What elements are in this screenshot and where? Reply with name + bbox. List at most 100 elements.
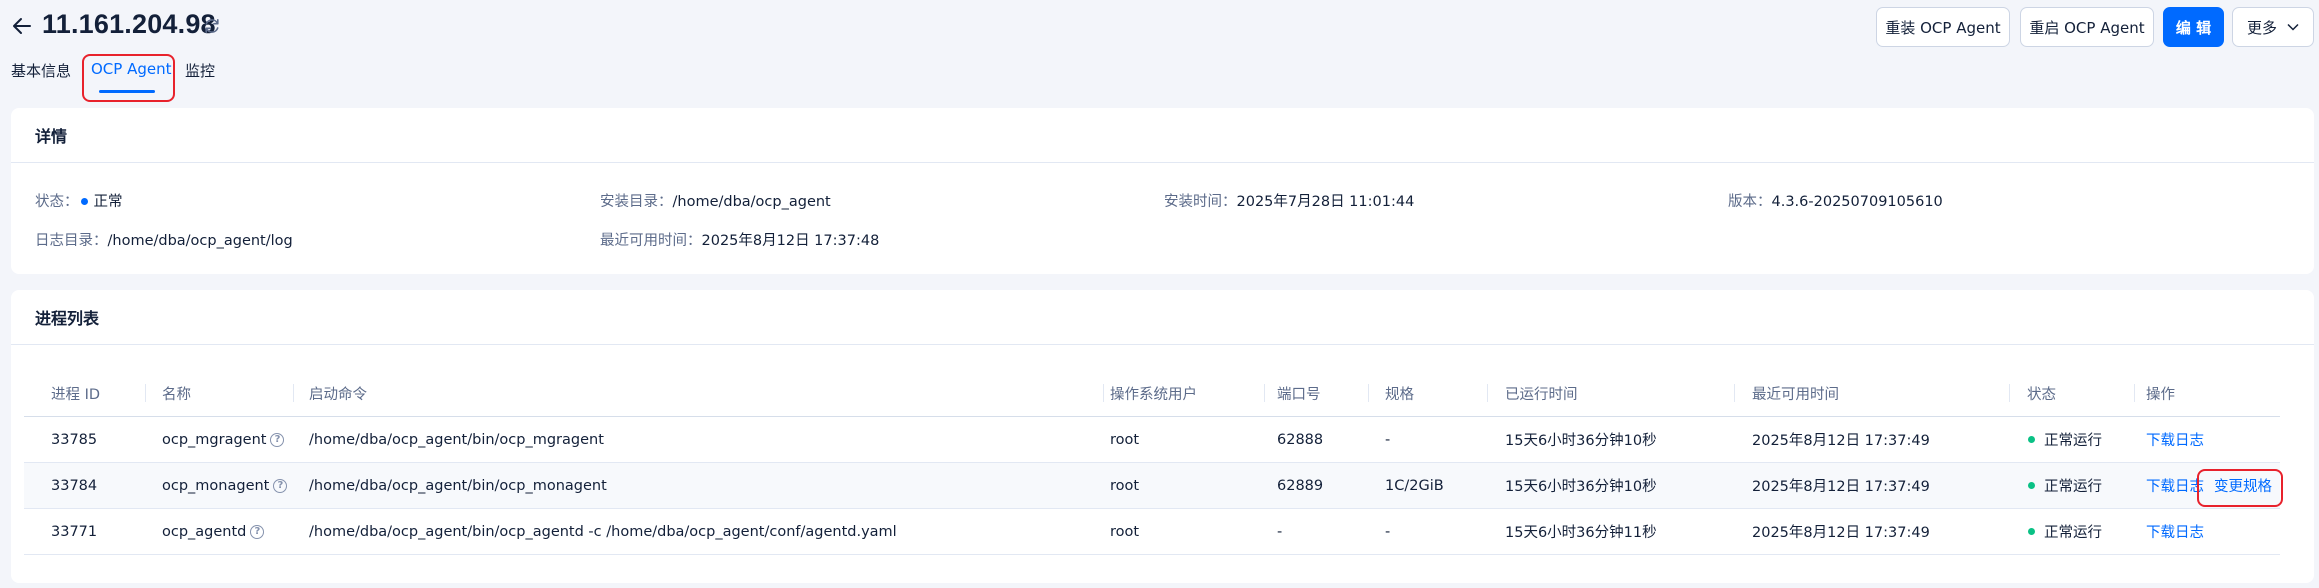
restart-ocp-agent-button[interactable]: 重启 OCP Agent: [2020, 7, 2154, 47]
cell-os-user: root: [1110, 523, 1140, 540]
cell-spec: 1C/2GiB: [1385, 477, 1444, 494]
version-value: 4.3.6-20250709105610: [1771, 194, 1943, 210]
cell-spec: -: [1385, 431, 1391, 448]
edit-button[interactable]: 编 辑: [2163, 7, 2224, 47]
install-dir-field: 安装目录：/home/dba/ocp_agent: [600, 190, 831, 211]
col-header-os-user: 操作系统用户: [1110, 386, 1197, 403]
more-label: 更多: [2246, 18, 2277, 37]
log-dir-value: /home/dba/ocp_agent/log: [107, 233, 293, 249]
page-title: 11.161.204.98: [42, 9, 216, 39]
table-row: 33771 ocp_agentd? /home/dba/ocp_agent/bi…: [24, 509, 2280, 555]
install-time-label: 安装时间：: [1164, 194, 1237, 210]
cell-pid: 33785: [51, 431, 98, 448]
status-dot-icon: [2028, 528, 2035, 535]
table-row: 33785 ocp_mgragent? /home/dba/ocp_agent/…: [24, 417, 2280, 463]
reinstall-ocp-agent-button[interactable]: 重装 OCP Agent: [1876, 7, 2010, 47]
last-available-label: 最近可用时间：: [600, 233, 702, 249]
col-header-last-available: 最近可用时间: [1752, 386, 1839, 403]
status-label: 状态：: [35, 194, 79, 210]
cell-name: ocp_monagent?: [162, 463, 288, 508]
install-dir-label: 安装目录：: [600, 194, 673, 210]
table-header-row: 进程 ID 名称 启动命令 操作系统用户 端口号 规格 已运行时间 最近可用时间…: [24, 370, 2280, 417]
column-divider: [145, 384, 146, 402]
col-header-port: 端口号: [1277, 386, 1321, 403]
col-header-spec: 规格: [1385, 386, 1414, 403]
install-time-field: 安装时间：2025年7月28日 11:01:44: [1164, 190, 1414, 211]
status-dot-icon: [2028, 482, 2035, 489]
cell-status: 正常运行: [2028, 463, 2102, 508]
column-divider: [2009, 384, 2010, 402]
status-field: 状态： 正常: [35, 190, 123, 211]
cell-actions: 下载日志: [2146, 417, 2204, 462]
download-log-link[interactable]: 下载日志: [2146, 475, 2204, 496]
column-divider: [293, 384, 294, 402]
column-divider: [1734, 384, 1735, 402]
details-card: 详情 状态： 正常 安装目录：/home/dba/ocp_agent 安装时间：2…: [11, 108, 2314, 274]
column-divider: [1368, 384, 1369, 402]
cell-command: /home/dba/ocp_agent/bin/ocp_agentd -c /h…: [309, 523, 897, 540]
column-divider: [1264, 384, 1265, 402]
tab-monitoring[interactable]: 监控: [185, 60, 215, 81]
column-divider: [2134, 384, 2135, 402]
install-dir-value: /home/dba/ocp_agent: [672, 194, 831, 210]
column-divider: [1487, 384, 1488, 402]
status-value: 正常: [93, 194, 123, 210]
version-label: 版本：: [1728, 194, 1772, 210]
status-text: 正常运行: [2044, 525, 2102, 541]
tab-basic-info[interactable]: 基本信息: [11, 60, 71, 81]
page-header: 11.161.204.98 重装 OCP Agent 重启 OCP Agent …: [0, 0, 2319, 110]
col-header-uptime: 已运行时间: [1505, 386, 1578, 403]
cell-last-available: 2025年8月12日 17:37:49: [1752, 433, 1930, 449]
change-spec-highlight-box: [2197, 469, 2283, 507]
help-icon[interactable]: ?: [270, 432, 285, 447]
log-dir-label: 日志目录：: [35, 233, 108, 249]
cell-uptime: 15天6小时36分钟10秒: [1505, 433, 1657, 449]
version-field: 版本：4.3.6-20250709105610: [1728, 190, 1943, 211]
cell-name: ocp_agentd?: [162, 509, 265, 554]
cell-pid: 33784: [51, 477, 98, 494]
tab-highlight-box: [82, 54, 175, 102]
last-available-field: 最近可用时间：2025年8月12日 17:37:48: [600, 229, 879, 250]
last-available-value: 2025年8月12日 17:37:48: [701, 233, 880, 249]
cell-command: /home/dba/ocp_agent/bin/ocp_monagent: [309, 477, 607, 494]
process-name: ocp_monagent: [162, 477, 270, 494]
cell-os-user: root: [1110, 431, 1140, 448]
cell-last-available: 2025年8月12日 17:37:49: [1752, 525, 1930, 541]
download-log-link[interactable]: 下载日志: [2146, 429, 2204, 450]
process-name: ocp_mgragent: [162, 431, 267, 448]
refresh-icon[interactable]: [202, 16, 222, 36]
chevron-down-icon: [2287, 20, 2299, 34]
cell-port: 62888: [1277, 431, 1324, 448]
cell-status: 正常运行: [2028, 509, 2102, 554]
cell-pid: 33771: [51, 523, 98, 540]
col-header-command: 启动命令: [309, 386, 367, 403]
cell-status: 正常运行: [2028, 417, 2102, 462]
col-header-status: 状态: [2027, 386, 2056, 403]
help-icon[interactable]: ?: [250, 524, 265, 539]
process-table: 进程 ID 名称 启动命令 操作系统用户 端口号 规格 已运行时间 最近可用时间…: [24, 370, 2280, 555]
cell-port: 62889: [1277, 477, 1324, 494]
status-dot-icon: [2028, 436, 2035, 443]
status-text: 正常运行: [2044, 479, 2102, 495]
cell-uptime: 15天6小时36分钟10秒: [1505, 479, 1657, 495]
download-log-link[interactable]: 下载日志: [2146, 521, 2204, 542]
log-dir-field: 日志目录：/home/dba/ocp_agent/log: [35, 229, 293, 250]
status-dot-icon: [80, 197, 88, 205]
cell-os-user: root: [1110, 477, 1140, 494]
help-icon[interactable]: ?: [273, 478, 288, 493]
cell-port: -: [1277, 523, 1283, 540]
details-title: 详情: [11, 108, 2314, 163]
cell-actions: 下载日志: [2146, 509, 2204, 554]
cell-spec: -: [1385, 523, 1391, 540]
cell-uptime: 15天6小时36分钟11秒: [1505, 525, 1657, 541]
process-list-title: 进程列表: [11, 290, 2314, 345]
install-time-value: 2025年7月28日 11:01:44: [1236, 194, 1415, 210]
col-header-name: 名称: [162, 386, 191, 403]
column-divider: [1103, 384, 1104, 402]
col-header-pid: 进程 ID: [51, 386, 101, 403]
process-name: ocp_agentd: [162, 523, 247, 540]
more-dropdown-button[interactable]: 更多: [2232, 7, 2314, 47]
cell-last-available: 2025年8月12日 17:37:49: [1752, 479, 1930, 495]
status-text: 正常运行: [2044, 433, 2102, 449]
back-arrow-icon[interactable]: [10, 14, 34, 38]
